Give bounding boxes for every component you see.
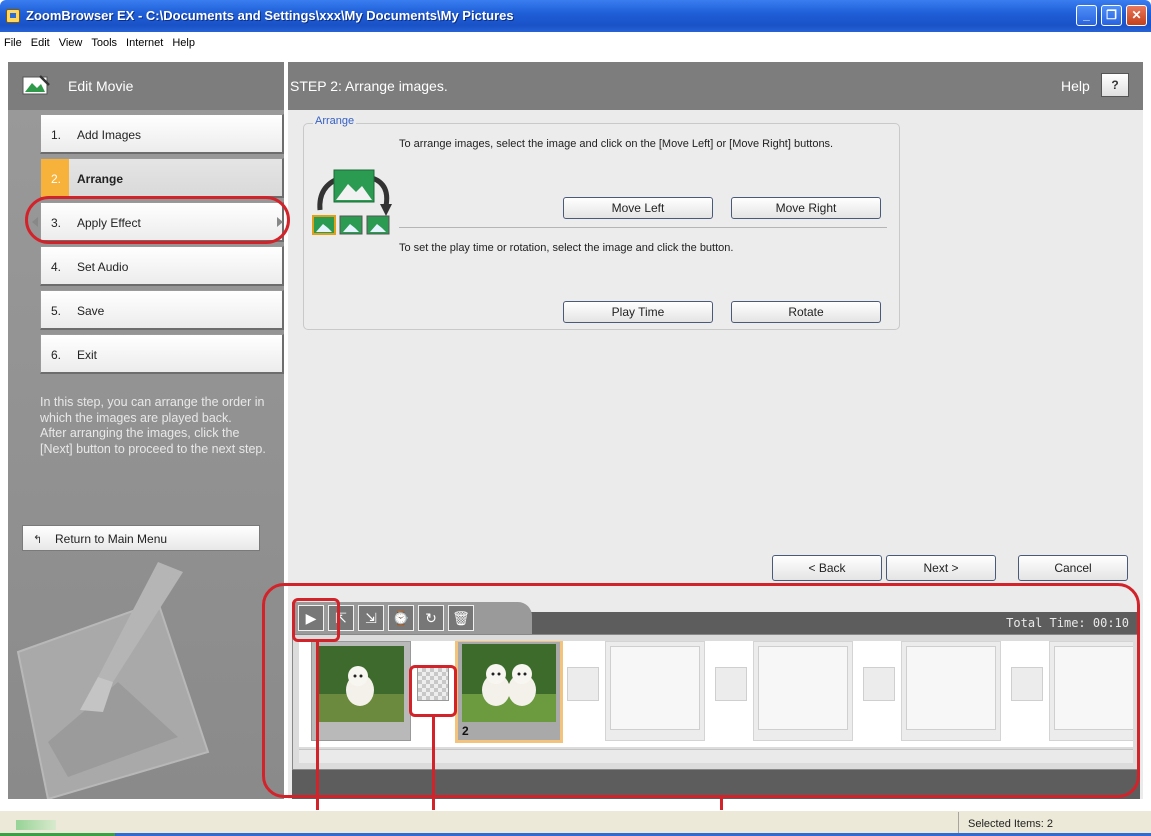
move-left-button[interactable]: Move Left xyxy=(563,197,713,219)
help-button[interactable]: ? xyxy=(1101,73,1129,97)
menu-bar: File Edit View Tools Internet Help xyxy=(0,32,1151,54)
step-number: 4. xyxy=(51,260,62,274)
step-number: 2. xyxy=(51,172,62,186)
return-button-label: Return to Main Menu xyxy=(55,532,168,546)
step-label: Add Images xyxy=(77,128,142,142)
menu-help[interactable]: Help xyxy=(172,37,195,49)
arrange-group: Arrange To arrange images, select the im… xyxy=(303,115,900,330)
playtime-instruction: To set the play time or rotation, select… xyxy=(399,242,734,254)
status-separator xyxy=(958,812,959,834)
arrange-divider xyxy=(399,227,887,228)
selected-items-count: Selected Items: 2 xyxy=(968,818,1053,830)
left-panel-header: Edit Movie xyxy=(8,62,284,110)
maximize-button[interactable]: ❐ xyxy=(1101,5,1122,26)
step-add-images[interactable]: 1. Add Images xyxy=(40,114,284,154)
next-button[interactable]: Next > xyxy=(886,555,996,581)
arrange-images-icon xyxy=(312,169,392,235)
arrange-legend: Arrange xyxy=(313,115,357,127)
move-right-button[interactable]: Move Right xyxy=(731,197,881,219)
app-icon xyxy=(6,9,20,23)
step-label: Set Audio xyxy=(77,260,129,274)
callout-storyboard xyxy=(262,583,1140,798)
play-time-button[interactable]: Play Time xyxy=(563,301,713,323)
callout-apply-effect xyxy=(25,196,290,244)
menu-internet[interactable]: Internet xyxy=(126,37,163,49)
menu-view[interactable]: View xyxy=(59,37,83,49)
callout-play-button xyxy=(292,598,340,642)
cancel-button[interactable]: Cancel xyxy=(1018,555,1128,581)
minimize-button[interactable]: _ xyxy=(1076,5,1097,26)
step-label: Exit xyxy=(77,348,98,362)
step-arrange[interactable]: 2. Arrange xyxy=(40,158,284,198)
callout-transition xyxy=(409,665,457,717)
left-panel: Edit Movie 1. Add Images 2. Arrange 3. A… xyxy=(8,62,284,799)
rotate-button[interactable]: Rotate xyxy=(731,301,881,323)
move-instruction: To arrange images, select the image and … xyxy=(399,138,834,150)
paintbrush-illustration xyxy=(16,562,210,799)
menu-tools[interactable]: Tools xyxy=(91,37,117,49)
menu-edit[interactable]: Edit xyxy=(31,37,50,49)
step-title: STEP 2: Arrange images. xyxy=(290,78,448,94)
main-panel-header: STEP 2: Arrange images. Help ? xyxy=(288,62,1143,110)
step-number: 5. xyxy=(51,304,62,318)
step-description: In this step, you can arrange the order … xyxy=(40,395,266,456)
edit-movie-icon xyxy=(22,75,50,95)
help-label: Help xyxy=(1061,78,1090,94)
back-button[interactable]: < Back xyxy=(772,555,882,581)
left-panel-title: Edit Movie xyxy=(68,78,134,94)
menu-file[interactable]: File xyxy=(4,37,22,49)
step-set-audio[interactable]: 4. Set Audio xyxy=(40,246,284,286)
step-label: Save xyxy=(77,304,105,318)
callout-line-play xyxy=(316,642,319,836)
step-save[interactable]: 5. Save xyxy=(40,290,284,330)
step-exit[interactable]: 6. Exit xyxy=(40,334,284,374)
window-title: ZoomBrowser EX - C:\Documents and Settin… xyxy=(26,8,514,23)
return-to-main-menu-button[interactable]: ↰ Return to Main Menu xyxy=(22,525,260,551)
close-button[interactable]: ✕ xyxy=(1126,5,1147,26)
step-label: Arrange xyxy=(77,172,124,186)
return-arrow-icon: ↰ xyxy=(33,534,43,546)
status-progress xyxy=(16,820,56,830)
step-number: 6. xyxy=(51,348,62,362)
title-bar: ZoomBrowser EX - C:\Documents and Settin… xyxy=(0,0,1151,32)
step-number: 1. xyxy=(51,128,62,142)
